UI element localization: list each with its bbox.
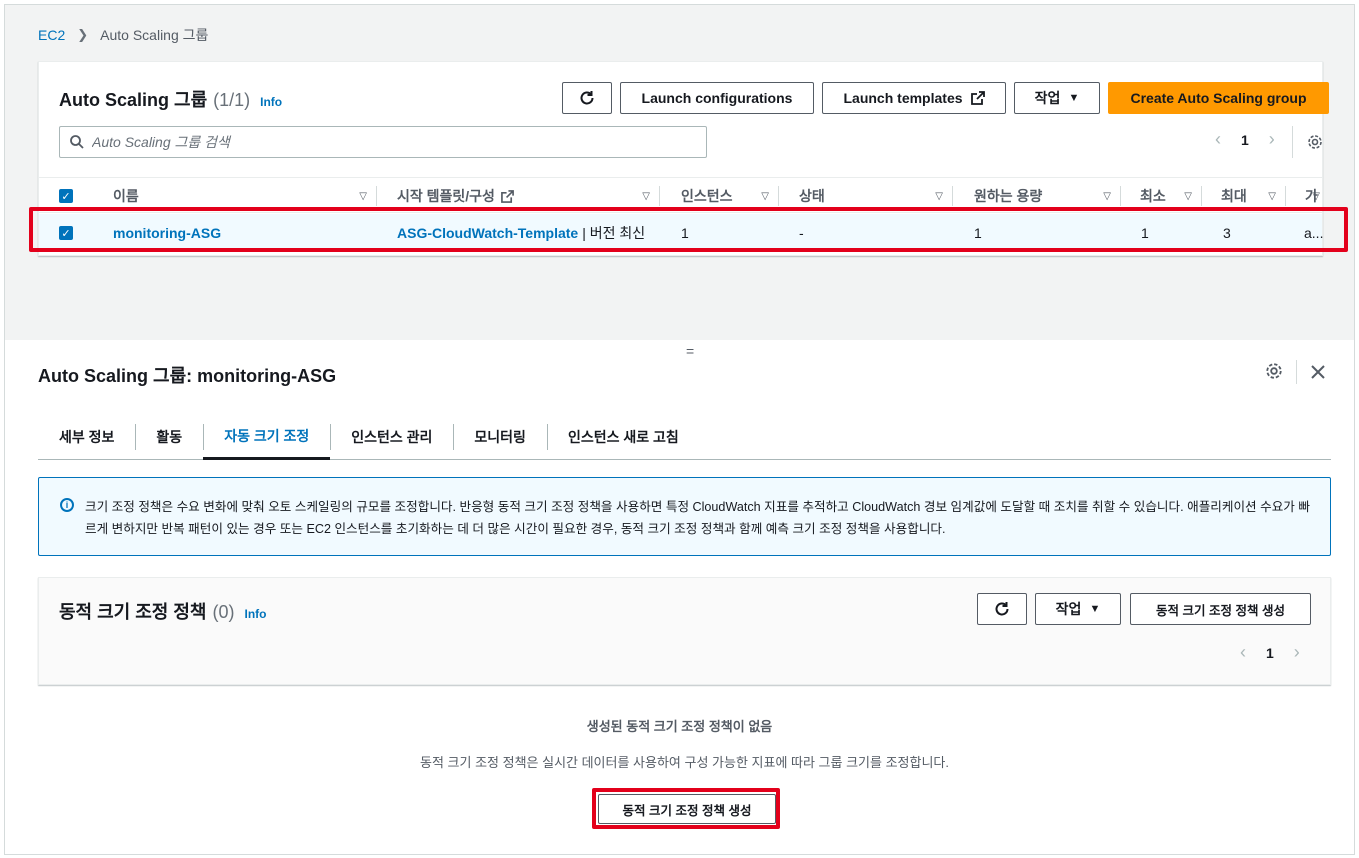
launch-templates-label: Launch templates — [843, 90, 963, 106]
column-label: 이름 — [113, 188, 139, 204]
sort-caret-icon: ▽ — [1268, 190, 1276, 202]
breadcrumb: EC2 ❯ Auto Scaling 그룹 — [38, 25, 208, 45]
info-circle-icon: i — [60, 498, 74, 512]
policy-actions-label: 작업 — [1055, 601, 1082, 617]
external-link-icon — [501, 189, 514, 203]
column-label: 원하는 용량 — [974, 188, 1043, 204]
sort-caret-icon: ▽ — [1312, 190, 1320, 202]
tab-instance-management[interactable]: 인스턴스 관리 — [330, 414, 453, 460]
refresh-icon — [580, 91, 594, 105]
launch-configurations-label: Launch configurations — [641, 90, 793, 106]
panel-title-count: (1/1) — [213, 90, 251, 110]
actions-label: 작업 — [1034, 90, 1061, 106]
chevron-right-icon[interactable]: › — [1294, 642, 1300, 663]
tab-automatic-scaling[interactable]: 자동 크기 조정 — [203, 414, 331, 460]
policy-count: (0) — [212, 602, 235, 622]
button-highlight-box — [592, 788, 780, 829]
search-icon — [70, 135, 84, 149]
column-label: 시작 템플릿/구성 — [397, 188, 495, 204]
row-highlight-box — [29, 207, 1348, 252]
sort-caret-icon: ▽ — [761, 190, 769, 202]
resize-handle[interactable]: = — [686, 343, 694, 359]
launch-templates-button[interactable]: Launch templates — [822, 82, 1006, 114]
caret-down-icon: ▼ — [1068, 92, 1080, 104]
header-divider — [1296, 360, 1297, 384]
actions-dropdown[interactable]: 작업 ▼ — [1014, 82, 1100, 114]
search-input[interactable] — [92, 134, 692, 150]
column-label: 상태 — [799, 188, 825, 204]
create-policy-button[interactable]: 동적 크기 조정 정책 생성 — [1130, 593, 1311, 625]
launch-configurations-button[interactable]: Launch configurations — [620, 82, 814, 114]
external-link-icon — [970, 91, 985, 105]
create-asg-button[interactable]: Create Auto Scaling group — [1108, 82, 1329, 114]
asg-list-area: EC2 ❯ Auto Scaling 그룹 Auto Scaling 그룹 (1… — [4, 4, 1355, 340]
policy-info-link[interactable]: Info — [244, 607, 266, 621]
close-icon[interactable] — [1310, 364, 1326, 380]
search-field[interactable] — [59, 126, 707, 158]
page-number[interactable]: 1 — [1241, 132, 1249, 148]
policy-refresh-button[interactable] — [977, 593, 1027, 625]
select-all-checkbox[interactable]: ✓ — [59, 189, 73, 203]
policy-title: 동적 크기 조정 정책 (0) Info — [59, 598, 266, 624]
info-link[interactable]: Info — [260, 95, 282, 109]
panel-title-text: Auto Scaling 그룹 — [59, 90, 208, 110]
policy-page-number[interactable]: 1 — [1266, 645, 1274, 661]
alert-text: 크기 조정 정책은 수요 변화에 맞춰 오토 스케일링의 규모를 조정합니다. … — [85, 500, 1310, 536]
chevron-left-icon[interactable]: ‹ — [1240, 642, 1246, 663]
tab-activity[interactable]: 활동 — [135, 414, 203, 460]
tab-details[interactable]: 세부 정보 — [38, 414, 135, 460]
breadcrumb-ec2-link[interactable]: EC2 — [38, 27, 65, 43]
chevron-right-icon: ❯ — [77, 27, 89, 42]
detail-title: Auto Scaling 그룹: monitoring-ASG — [38, 366, 337, 386]
policy-actions-dropdown[interactable]: 작업 ▼ — [1035, 593, 1121, 625]
breadcrumb-current: Auto Scaling 그룹 — [100, 27, 209, 43]
dynamic-policy-panel: 동적 크기 조정 정책 (0) Info 작업 ▼ 동적 크기 조정 정책 생성… — [38, 577, 1331, 685]
caret-down-icon: ▼ — [1089, 603, 1101, 615]
empty-state-description: 동적 크기 조정 정책은 실시간 데이터를 사용하여 구성 가능한 지표에 따라… — [420, 755, 949, 770]
refresh-icon — [995, 602, 1009, 616]
sort-caret-icon: ▽ — [359, 190, 367, 202]
empty-state-title: 생성된 동적 크기 조정 정책이 없음 — [586, 719, 773, 734]
detail-tabs: 세부 정보 활동 자동 크기 조정 인스턴스 관리 모니터링 인스턴스 새로 고… — [38, 414, 1331, 460]
refresh-button[interactable] — [562, 82, 612, 114]
gear-icon[interactable] — [1265, 362, 1283, 380]
column-label: 인스턴스 — [681, 188, 733, 204]
panel-title: Auto Scaling 그룹 (1/1) Info — [59, 86, 282, 112]
chevron-right-icon[interactable]: › — [1269, 129, 1275, 150]
info-alert: i 크기 조정 정책은 수요 변화에 맞춰 오토 스케일링의 규모를 조정합니다… — [38, 477, 1331, 556]
column-label: 최소 — [1140, 188, 1166, 204]
policy-pagination: ‹ 1 › — [1240, 642, 1300, 663]
tab-monitoring[interactable]: 모니터링 — [453, 414, 547, 460]
create-policy-label: 동적 크기 조정 정책 생성 — [1156, 603, 1285, 618]
sort-caret-icon: ▽ — [935, 190, 943, 202]
sort-caret-icon: ▽ — [1103, 190, 1111, 202]
gear-icon[interactable] — [1307, 134, 1323, 150]
policy-title-text: 동적 크기 조정 정책 — [59, 602, 207, 622]
tab-instance-refresh[interactable]: 인스턴스 새로 고침 — [546, 414, 700, 460]
chevron-left-icon[interactable]: ‹ — [1215, 129, 1221, 150]
create-asg-label: Create Auto Scaling group — [1130, 90, 1307, 106]
column-label: 최대 — [1221, 188, 1247, 204]
sort-caret-icon: ▽ — [1184, 190, 1192, 202]
pager-divider — [1292, 126, 1293, 158]
sort-caret-icon: ▽ — [642, 190, 650, 202]
pagination: ‹ 1 › — [1215, 129, 1275, 150]
